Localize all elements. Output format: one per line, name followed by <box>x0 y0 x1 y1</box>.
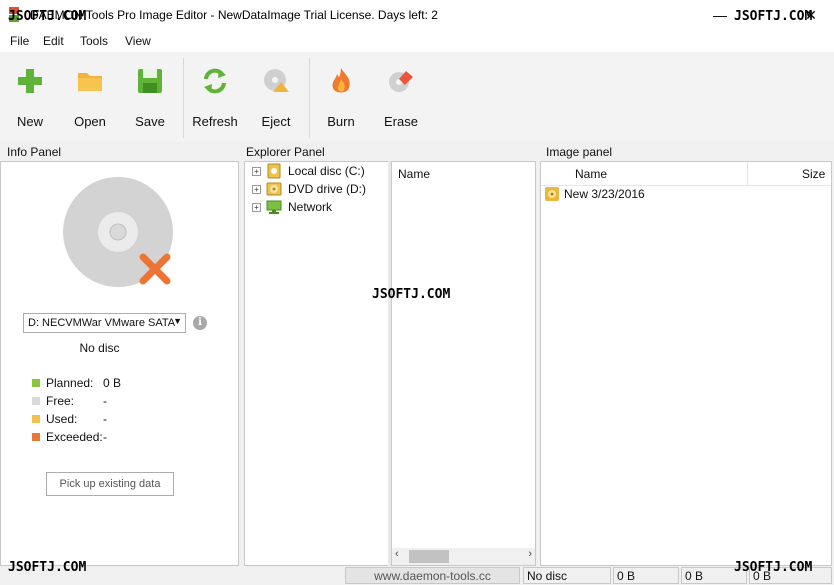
website-link[interactable]: www.daemon-tools.cc <box>345 567 520 584</box>
disc-image-icon <box>545 187 559 201</box>
disc-status: No disc <box>79 341 120 355</box>
chevron-down-icon: ▼ <box>173 316 182 326</box>
image-panel-title: Image panel <box>546 145 613 159</box>
refresh-label: Refresh <box>192 114 238 129</box>
close-button[interactable]: ✕ <box>788 0 834 30</box>
refresh-icon <box>204 68 226 94</box>
info-panel-title: Info Panel <box>7 145 62 159</box>
flame-icon <box>332 68 350 93</box>
folder-icon <box>78 73 102 91</box>
explorer-tree <box>244 161 390 566</box>
column-header-size[interactable]: Size <box>802 167 825 181</box>
stat-label: Planned: <box>46 376 94 390</box>
expand-icon[interactable]: + <box>252 185 261 194</box>
no-disc-x-icon <box>139 253 171 285</box>
eject-icon <box>264 69 289 92</box>
save-button[interactable]: Save <box>120 62 180 132</box>
new-label: New <box>16 114 43 129</box>
floppy-icon <box>138 69 162 93</box>
scrollbar-thumb[interactable] <box>409 550 449 563</box>
stat-value: - <box>103 430 107 444</box>
refresh-button[interactable]: Refresh <box>185 62 245 132</box>
column-header-name[interactable]: Name <box>575 167 607 181</box>
watermark: JSOFTJ.COM <box>734 560 813 575</box>
legend-swatch <box>32 433 40 441</box>
watermark: JSOFTJ.COM <box>8 560 87 575</box>
info-icon[interactable]: i <box>193 316 207 330</box>
burn-label: Burn <box>327 114 355 129</box>
pick-up-existing-data-button[interactable]: Pick up existing data <box>46 472 174 496</box>
network-icon <box>266 200 282 214</box>
image-item-label: New 3/23/2016 <box>564 187 645 201</box>
expand-icon[interactable]: + <box>252 167 261 176</box>
stat-label: Exceeded: <box>46 430 103 444</box>
menu-file[interactable]: File <box>10 34 29 48</box>
status-size-1: 0 B <box>613 567 679 584</box>
menu-view[interactable]: View <box>125 34 151 48</box>
scroll-left-icon[interactable]: ‹ <box>395 548 399 560</box>
explorer-panel-title: Explorer Panel <box>246 145 325 159</box>
stat-label: Free: <box>46 394 75 408</box>
legend-swatch <box>32 379 40 387</box>
burn-button[interactable]: Burn <box>311 62 371 132</box>
drive-select-value: D: NECVMWar VMware SATA <box>28 317 176 329</box>
explorer-file-list <box>391 161 536 566</box>
status-bar: JSOFTJ.COM www.daemon-tools.cc No disc 0… <box>0 560 834 585</box>
stat-value: - <box>103 412 107 426</box>
eraser-icon <box>389 71 413 92</box>
stat-value: 0 B <box>103 376 122 390</box>
column-header-name[interactable]: Name <box>398 167 430 181</box>
scroll-right-icon[interactable]: › <box>528 548 532 560</box>
new-button[interactable]: New <box>0 62 60 132</box>
erase-button[interactable]: Erase <box>371 62 431 132</box>
save-label: Save <box>135 114 165 129</box>
toolbar-separator <box>183 58 184 138</box>
column-divider[interactable] <box>747 163 748 185</box>
stat-value: - <box>103 394 107 408</box>
open-label: Open <box>74 114 106 129</box>
tree-item-label: DVD drive (D:) <box>288 182 367 196</box>
stat-label: Used: <box>46 412 78 426</box>
tree-item-label: Local disc (C:) <box>288 164 365 178</box>
toolbar: New Open Save Refresh Eject Burn Erase <box>0 52 834 142</box>
watermark: JSOFTJ.COM <box>8 9 87 24</box>
window-title: DAEMON Tools Pro Image Editor - NewDataI… <box>30 8 438 22</box>
image-panel <box>540 161 832 566</box>
drive-select[interactable]: D: NECVMWar VMware SATA ▼ <box>23 313 186 333</box>
plus-icon <box>18 69 42 93</box>
expand-icon[interactable]: + <box>252 203 261 212</box>
eject-label: Eject <box>261 114 291 129</box>
menu-edit[interactable]: Edit <box>43 34 64 48</box>
erase-label: Erase <box>384 114 418 129</box>
legend-swatch <box>32 415 40 423</box>
horizontal-scrollbar[interactable]: ‹ › <box>392 548 535 565</box>
menu-bar: File Edit Tools View <box>0 30 834 52</box>
menu-tools[interactable]: Tools <box>80 34 108 48</box>
watermark: JSOFTJ.COM <box>372 287 451 302</box>
status-disc: No disc <box>523 567 611 584</box>
toolbar-separator <box>309 58 310 138</box>
legend-swatch <box>32 397 40 405</box>
tree-item-label: Network <box>288 200 333 214</box>
dvd-drive-icon <box>266 182 282 196</box>
open-button[interactable]: Open <box>60 62 120 132</box>
eject-button[interactable]: Eject <box>246 62 306 132</box>
local-disc-icon <box>267 163 281 179</box>
